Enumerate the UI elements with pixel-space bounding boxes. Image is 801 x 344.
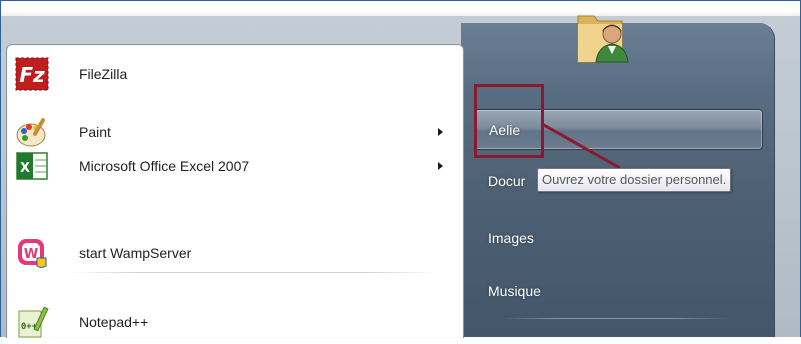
submenu-arrow-icon <box>438 162 443 170</box>
paint-icon <box>15 115 49 149</box>
svg-text:Fz: Fz <box>19 63 45 87</box>
top-strip <box>1 1 800 17</box>
place-item-music[interactable]: Musique <box>474 271 761 310</box>
program-label: start WampServer <box>79 245 192 261</box>
notepad-plus-plus-icon: 0++ <box>15 305 49 339</box>
program-label: Paint <box>79 124 111 140</box>
place-item-images[interactable]: Images <box>474 218 761 257</box>
program-label: Microsoft Office Excel 2007 <box>79 158 250 174</box>
program-item-notepad-plus-plus[interactable]: 0++ Notepad++ <box>6 302 462 342</box>
annotation-highlight-box <box>474 84 544 158</box>
place-label: Musique <box>488 282 541 299</box>
submenu-arrow-icon <box>438 128 443 136</box>
wampserver-icon: W <box>15 236 49 270</box>
separator <box>500 318 730 319</box>
svg-text:X: X <box>20 161 30 176</box>
place-label: Images <box>488 229 534 246</box>
place-label: Docur <box>488 172 526 189</box>
program-item-filezilla[interactable]: Fz FileZilla <box>6 54 462 94</box>
program-label: FileZilla <box>79 66 128 82</box>
separator <box>68 272 438 273</box>
user-folder-icon[interactable] <box>572 6 634 68</box>
program-item-excel[interactable]: X Microsoft Office Excel 2007 <box>6 146 462 186</box>
excel-icon: X <box>15 149 49 183</box>
filezilla-icon: Fz <box>15 57 49 91</box>
tooltip: Ouvrez votre dossier personnel. <box>537 168 732 192</box>
svg-text:W: W <box>24 247 38 262</box>
program-label: Notepad++ <box>79 314 149 330</box>
program-item-wampserver[interactable]: W start WampServer <box>6 233 462 273</box>
